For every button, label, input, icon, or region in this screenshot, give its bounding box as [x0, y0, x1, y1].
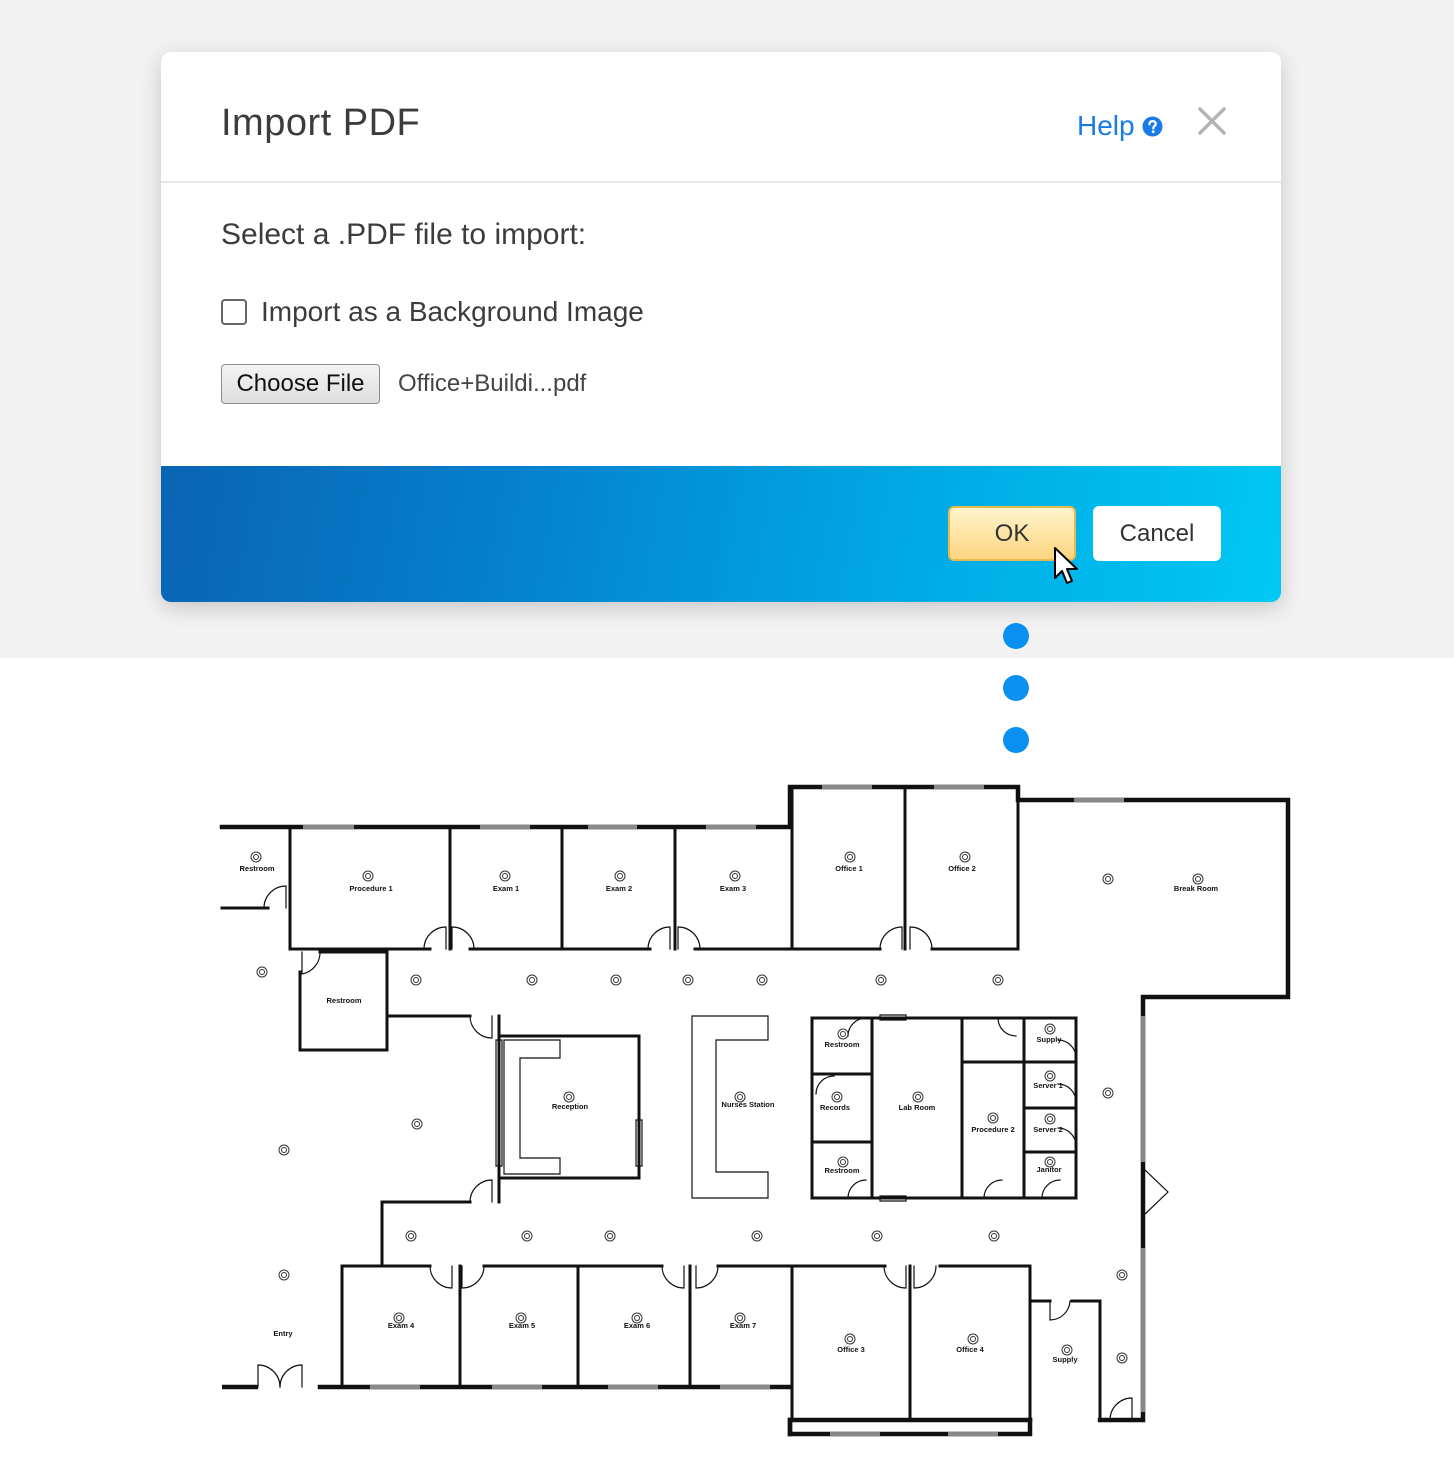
room-label: Reception — [552, 1102, 589, 1111]
room-label: Exam 6 — [624, 1321, 650, 1330]
room-label: Supply — [1052, 1355, 1078, 1364]
room-label: Office 3 — [837, 1345, 865, 1354]
interior-wall — [340, 1264, 1102, 1422]
room-label: Restroom — [326, 996, 361, 1005]
room-label: Server 2 — [1033, 1125, 1063, 1134]
room-label: Exam 2 — [606, 884, 632, 893]
room-label: Exam 3 — [720, 884, 746, 893]
room-label: Supply — [1036, 1035, 1062, 1044]
room-label: Procedure 1 — [349, 884, 392, 893]
room-label: Exam 7 — [730, 1321, 756, 1330]
east-door — [1142, 1167, 1169, 1217]
interior-wall — [380, 1014, 641, 1268]
room-label: Break Room — [1174, 884, 1219, 893]
room-label: Records — [820, 1103, 850, 1112]
room-label: Office 1 — [835, 864, 863, 873]
room-label: Office 2 — [948, 864, 976, 873]
room-label: Exam 1 — [493, 884, 519, 893]
room-label: Restroom — [824, 1166, 859, 1175]
room-label: Janitor — [1036, 1165, 1061, 1174]
interior-wall — [220, 785, 1020, 951]
room-label: Exam 4 — [388, 1321, 415, 1330]
room-label: Restroom — [239, 864, 274, 873]
room-label: Procedure 2 — [971, 1125, 1014, 1134]
room-label: Office 4 — [956, 1345, 984, 1354]
room-label: Server 1 — [1033, 1081, 1063, 1090]
door-swings — [257, 885, 1133, 1421]
room-label: Lab Room — [899, 1103, 936, 1112]
room-label: Restroom — [824, 1040, 859, 1049]
room-label: Exam 5 — [509, 1321, 535, 1330]
room-labels: Restroom Procedure 1 Exam 1 Exam 2 Exam … — [239, 864, 1218, 1364]
room-label: Nurses Station — [722, 1100, 775, 1109]
floor-plan: Restroom Procedure 1 Exam 1 Exam 2 Exam … — [219, 784, 1291, 1437]
room-label: Entry — [273, 1329, 293, 1338]
